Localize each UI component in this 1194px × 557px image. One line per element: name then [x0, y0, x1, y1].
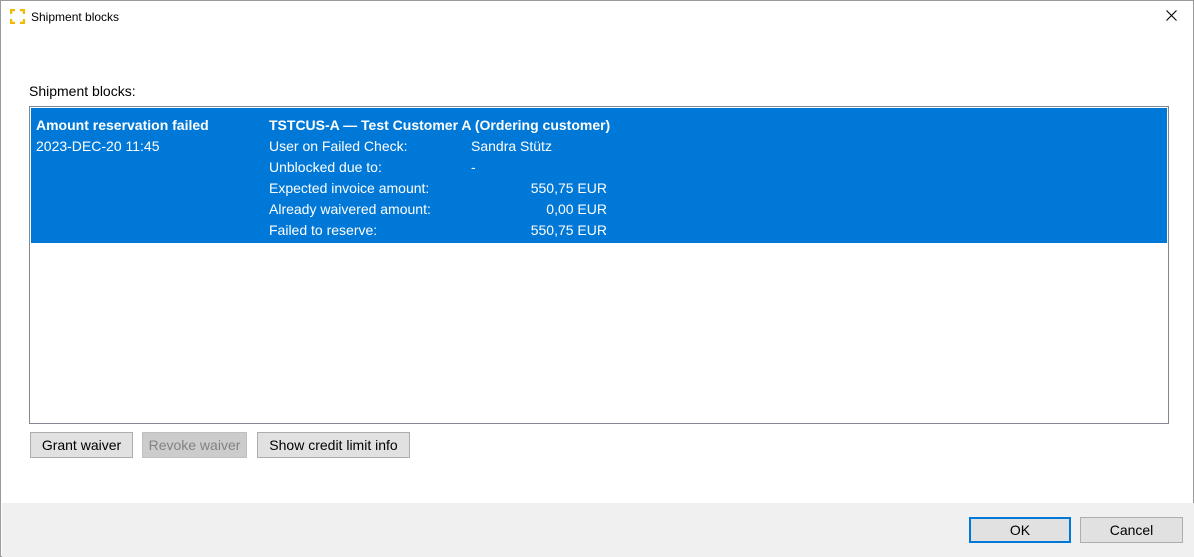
close-button[interactable]	[1149, 1, 1193, 32]
shipment-blocks-list[interactable]: Amount reservation failed 2023-DEC-20 11…	[29, 106, 1169, 424]
block-customer: TSTCUS-A — Test Customer A (Ordering cus…	[269, 117, 611, 133]
detail-amount: 0,00 EUR	[546, 201, 607, 217]
corner-brackets-icon	[9, 8, 26, 25]
shipment-blocks-label: Shipment blocks:	[29, 83, 136, 99]
detail-amount: 550,75 EUR	[530, 180, 607, 196]
detail-value: -	[471, 159, 476, 175]
show-credit-limit-info-button[interactable]: Show credit limit info	[257, 432, 410, 458]
window-title: Shipment blocks	[31, 10, 120, 24]
block-timestamp: 2023-DEC-20 11:45	[36, 138, 160, 154]
list-item[interactable]: Amount reservation failed 2023-DEC-20 11…	[31, 108, 1167, 243]
close-icon	[1165, 8, 1177, 26]
block-reason: Amount reservation failed	[36, 117, 209, 133]
shipment-blocks-dialog: Shipment blocks Shipment blocks: Amount …	[0, 0, 1194, 557]
detail-label: User on Failed Check:	[269, 138, 408, 154]
grant-waiver-button[interactable]: Grant waiver	[30, 432, 133, 458]
detail-label: Already waivered amount:	[269, 201, 431, 217]
revoke-waiver-button[interactable]: Revoke waiver	[142, 432, 247, 458]
ok-button[interactable]: OK	[969, 517, 1071, 543]
detail-label: Failed to reserve:	[269, 222, 378, 238]
detail-label: Expected invoice amount:	[269, 180, 430, 196]
detail-amount: 550,75 EUR	[530, 222, 607, 238]
cancel-button[interactable]: Cancel	[1080, 517, 1183, 543]
title-bar: Shipment blocks	[1, 1, 1193, 32]
detail-value: Sandra Stütz	[471, 138, 552, 154]
detail-label: Unblocked due to:	[269, 159, 382, 175]
